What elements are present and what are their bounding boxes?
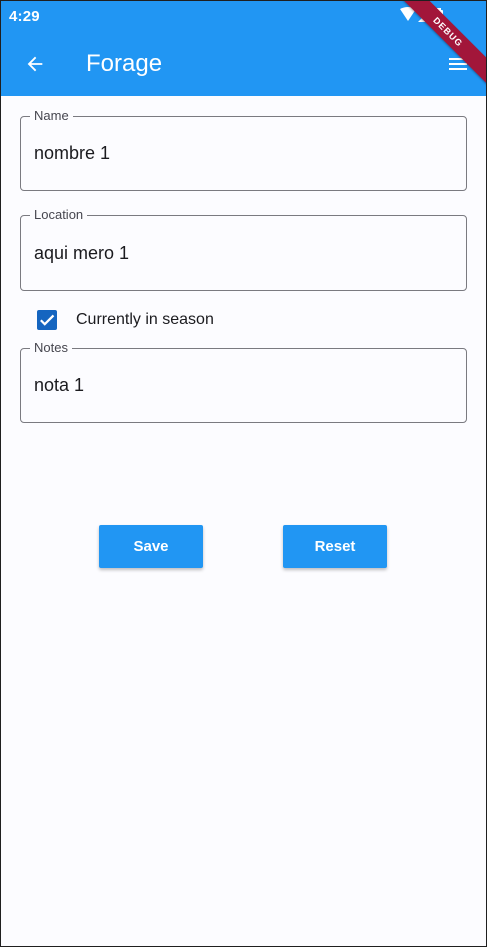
reset-button[interactable]: Reset	[283, 525, 387, 568]
in-season-checkbox[interactable]	[37, 310, 57, 330]
notes-field: Notes	[20, 340, 467, 423]
in-season-row[interactable]: Currently in season	[37, 309, 214, 331]
location-input[interactable]	[34, 216, 454, 290]
back-button[interactable]	[15, 44, 55, 84]
save-button[interactable]: Save	[99, 525, 203, 568]
app-bar: Forage	[1, 32, 486, 96]
status-time: 4:29	[9, 8, 40, 25]
notes-input[interactable]	[34, 349, 454, 422]
in-season-label: Currently in season	[76, 311, 214, 328]
app-screen: 4:29 DEBUG Forage Name nombre 1 Location…	[0, 0, 487, 947]
name-field: Name	[20, 108, 467, 191]
arrow-back-icon	[27, 56, 43, 72]
status-bar: 4:29 DEBUG	[1, 1, 486, 95]
page-title: Forage	[86, 50, 163, 77]
location-field: Location	[20, 207, 467, 291]
check-icon	[40, 314, 55, 326]
name-input[interactable]	[34, 117, 454, 190]
